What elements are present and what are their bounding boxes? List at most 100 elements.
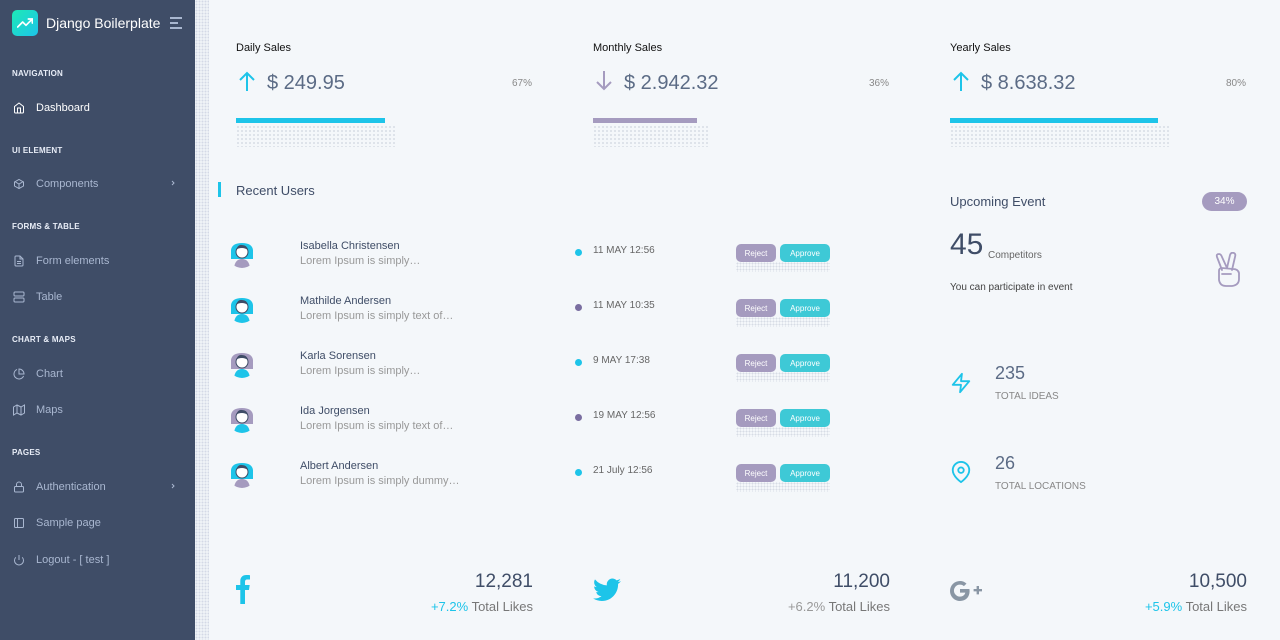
social-label: Total Likes bbox=[1185, 599, 1247, 614]
approve-button[interactable]: Approve bbox=[780, 464, 830, 482]
reject-button[interactable]: Reject bbox=[736, 409, 776, 427]
user-name: Isabella Christensen bbox=[300, 240, 400, 252]
user-name: Karla Sorensen bbox=[300, 350, 376, 362]
user-name: Ida Jorgensen bbox=[300, 405, 370, 417]
status-dot bbox=[575, 304, 582, 311]
user-description: Lorem Ipsum is simply dummy… bbox=[300, 475, 460, 487]
sidebar-item-label: Table bbox=[36, 291, 63, 303]
status-dot bbox=[575, 249, 582, 256]
button-shadow bbox=[736, 482, 830, 492]
section-marker bbox=[218, 182, 221, 197]
sales-amount: $ 2.942.32 bbox=[624, 72, 719, 94]
user-description: Lorem Ipsum is simply… bbox=[300, 365, 421, 377]
sidebar-item-components[interactable]: Components bbox=[0, 172, 195, 196]
power-icon bbox=[12, 553, 26, 567]
sidebar-item-logout[interactable]: Logout - [ test ] bbox=[0, 548, 195, 572]
sidebar-item-dashboard[interactable]: Dashboard bbox=[0, 96, 195, 120]
approve-button[interactable]: Approve bbox=[780, 299, 830, 317]
brand-title[interactable]: Django Boilerplate bbox=[46, 15, 160, 31]
button-shadow bbox=[736, 427, 830, 437]
menu-toggle-icon[interactable] bbox=[170, 17, 183, 29]
status-dot bbox=[575, 414, 582, 421]
sales-progress-bar bbox=[236, 118, 385, 123]
trending-up-icon[interactable] bbox=[12, 10, 38, 36]
event-badge: 34% bbox=[1202, 192, 1247, 211]
user-description: Lorem Ipsum is simply… bbox=[300, 255, 421, 267]
user-date: 11 MAY 12:56 bbox=[593, 245, 655, 256]
google-plus-icon bbox=[950, 580, 984, 607]
map-icon bbox=[12, 403, 26, 417]
map-pin-icon bbox=[950, 460, 972, 489]
approve-button[interactable]: Approve bbox=[780, 354, 830, 372]
reject-button[interactable]: Reject bbox=[736, 354, 776, 372]
social-value: 10,500 bbox=[1188, 571, 1247, 592]
event-description: You can participate in event bbox=[950, 282, 1073, 293]
social-delta: +7.2% bbox=[430, 599, 469, 614]
table-row: Ida Jorgensen Lorem Ipsum is simply text … bbox=[228, 405, 848, 445]
avatar bbox=[228, 240, 256, 268]
server-icon bbox=[12, 290, 26, 304]
social-label: Total Likes bbox=[828, 599, 890, 614]
button-shadow bbox=[736, 262, 830, 272]
recent-users-title: Recent Users bbox=[236, 183, 315, 198]
user-name: Mathilde Andersen bbox=[300, 295, 392, 307]
sales-amount: $ 8.638.32 bbox=[981, 72, 1076, 94]
sales-title: Yearly Sales bbox=[950, 42, 1011, 54]
social-label: Total Likes bbox=[471, 599, 533, 614]
sidebar-item-sample-page[interactable]: Sample page bbox=[0, 511, 195, 535]
sidebar-item-label: Authentication bbox=[36, 481, 106, 493]
sidebar: Django Boilerplate Navigation Dashboard … bbox=[0, 0, 195, 640]
sidebar-shadow bbox=[195, 0, 209, 640]
sidebar-item-label: Sample page bbox=[36, 517, 101, 529]
zap-icon bbox=[950, 372, 972, 399]
avatar bbox=[228, 350, 256, 378]
social-value: 11,200 bbox=[833, 571, 890, 592]
event-title: Upcoming Event bbox=[950, 194, 1046, 209]
table-row: Karla Sorensen Lorem Ipsum is simply… 9 MA… bbox=[228, 350, 848, 390]
reject-button[interactable]: Reject bbox=[736, 244, 776, 262]
chevron-right-icon bbox=[169, 481, 177, 493]
approve-button[interactable]: Approve bbox=[780, 409, 830, 427]
facebook-icon bbox=[236, 574, 250, 609]
sales-progress-bar bbox=[593, 118, 697, 123]
sidebar-item-label: Dashboard bbox=[36, 102, 90, 114]
user-date: 11 MAY 10:35 bbox=[593, 300, 655, 311]
avatar bbox=[228, 295, 256, 323]
sidebar-item-table[interactable]: Table bbox=[0, 285, 195, 309]
nav-caption-navigation: Navigation bbox=[12, 69, 64, 78]
sidebar-item-authentication[interactable]: Authentication bbox=[0, 475, 195, 499]
reject-button[interactable]: Reject bbox=[736, 299, 776, 317]
arrow-up-icon bbox=[238, 70, 256, 97]
arrow-up-icon bbox=[952, 70, 970, 97]
sales-progress-shadow bbox=[593, 125, 708, 147]
sidebar-item-label: Form elements bbox=[36, 255, 110, 267]
sidebar-item-chart[interactable]: Chart bbox=[0, 362, 195, 386]
user-date: 19 MAY 12:56 bbox=[593, 410, 656, 421]
social-value: 12,281 bbox=[474, 571, 533, 592]
stat-label-locations: Total Locations bbox=[995, 481, 1086, 492]
button-shadow bbox=[736, 372, 830, 382]
sidebar-item-form-elements[interactable]: Form elements bbox=[0, 249, 195, 273]
social-subtext: +5.9% Total Likes bbox=[1047, 599, 1247, 614]
button-shadow bbox=[736, 317, 830, 327]
social-subtext: +6.2% Total Likes bbox=[690, 599, 890, 614]
sales-percent: 80% bbox=[1226, 78, 1247, 89]
sales-percent: 36% bbox=[869, 78, 890, 89]
event-count-label: Competitors bbox=[988, 250, 1042, 261]
nav-caption-pages: Pages bbox=[12, 448, 41, 457]
sidebar-item-maps[interactable]: Maps bbox=[0, 398, 195, 422]
user-date: 21 July 12:56 bbox=[593, 465, 653, 476]
status-dot bbox=[575, 359, 582, 366]
reject-button[interactable]: Reject bbox=[736, 464, 776, 482]
stat-value-locations: 26 bbox=[995, 453, 1016, 473]
box-icon bbox=[12, 177, 26, 191]
user-description: Lorem Ipsum is simply text of… bbox=[300, 420, 454, 432]
pie-chart-icon bbox=[12, 367, 26, 381]
sales-progress-shadow bbox=[950, 125, 1170, 147]
avatar bbox=[228, 460, 256, 488]
nav-caption-ui-element: UI Element bbox=[12, 146, 63, 155]
social-delta: +5.9% bbox=[1144, 599, 1183, 614]
approve-button[interactable]: Approve bbox=[780, 244, 830, 262]
user-description: Lorem Ipsum is simply text of… bbox=[300, 310, 454, 322]
sales-amount: $ 249.95 bbox=[267, 72, 345, 94]
